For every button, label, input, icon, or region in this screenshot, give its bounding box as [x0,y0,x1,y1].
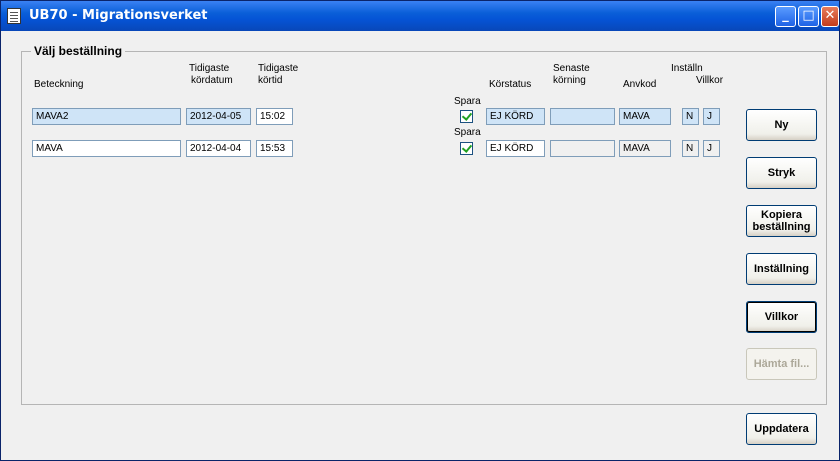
anvkod-field: MAVA [619,140,671,157]
main-window: UB70 - Migrationsverket _ □ ✕ Välj bestä… [0,0,840,461]
header-beteckning: Beteckning [34,79,84,90]
villkor-field: J [703,140,720,157]
header-installn: Inställn [671,63,703,74]
header-senaste-line2: körning [553,75,586,86]
spara-checkbox[interactable] [460,110,473,123]
header-tidigaste-kordatum-line2: kördatum [191,75,233,86]
title-bar[interactable]: UB70 - Migrationsverket _ □ ✕ [1,1,839,31]
hamta-fil-button[interactable]: Hämta fil... [746,348,817,380]
order-group-box [21,51,827,405]
kopiera-label-line2: beställning [752,221,811,233]
villkor-field: J [703,108,720,125]
korstatus-field: EJ KÖRD [486,108,545,125]
header-villkor: Villkor [696,75,724,86]
installning-button[interactable]: Inställning [746,253,817,285]
kopiera-label-line1: Kopiera [761,209,802,221]
senaste-korning-field [550,140,615,157]
korstatus-field: EJ KÖRD [486,140,545,157]
header-senaste-line1: Senaste [553,63,590,74]
group-title: Välj beställning [31,44,126,58]
header-korstatus: Körstatus [489,79,532,90]
header-tidigaste-kortid-line1: Tidigaste [258,63,299,74]
installn-field: N [682,108,699,125]
beteckning-field[interactable]: MAVA [32,140,181,157]
kortid-field[interactable]: 15:02 [256,108,293,125]
header-anvkod: Anvkod [623,79,657,90]
stryk-button[interactable]: Stryk [746,157,817,189]
ny-button[interactable]: Ny [746,109,817,141]
close-button[interactable]: ✕ [821,6,839,27]
header-tidigaste-kordatum-line1: Tidigaste [189,63,230,74]
spara-checkbox[interactable] [460,142,473,155]
spara-label: Spara [454,96,481,107]
villkor-button[interactable]: Villkor [746,301,817,333]
kortid-field[interactable]: 15:53 [256,140,293,157]
minimize-button[interactable]: _ [775,6,796,27]
beteckning-field[interactable]: MAVA2 [32,108,181,125]
kordatum-field[interactable]: 2012-04-05 [186,108,251,125]
anvkod-field: MAVA [619,108,671,125]
spara-label: Spara [454,127,481,138]
header-tidigaste-kortid-line2: körtid [258,75,283,86]
window-title: UB70 - Migrationsverket [29,8,208,23]
kopiera-bestallning-button[interactable]: Kopiera beställning [746,205,817,237]
senaste-korning-field [550,108,615,125]
maximize-button[interactable]: □ [798,6,819,27]
uppdatera-button[interactable]: Uppdatera [746,413,817,445]
installn-field: N [682,140,699,157]
kordatum-field[interactable]: 2012-04-04 [186,140,251,157]
document-icon [7,8,21,24]
